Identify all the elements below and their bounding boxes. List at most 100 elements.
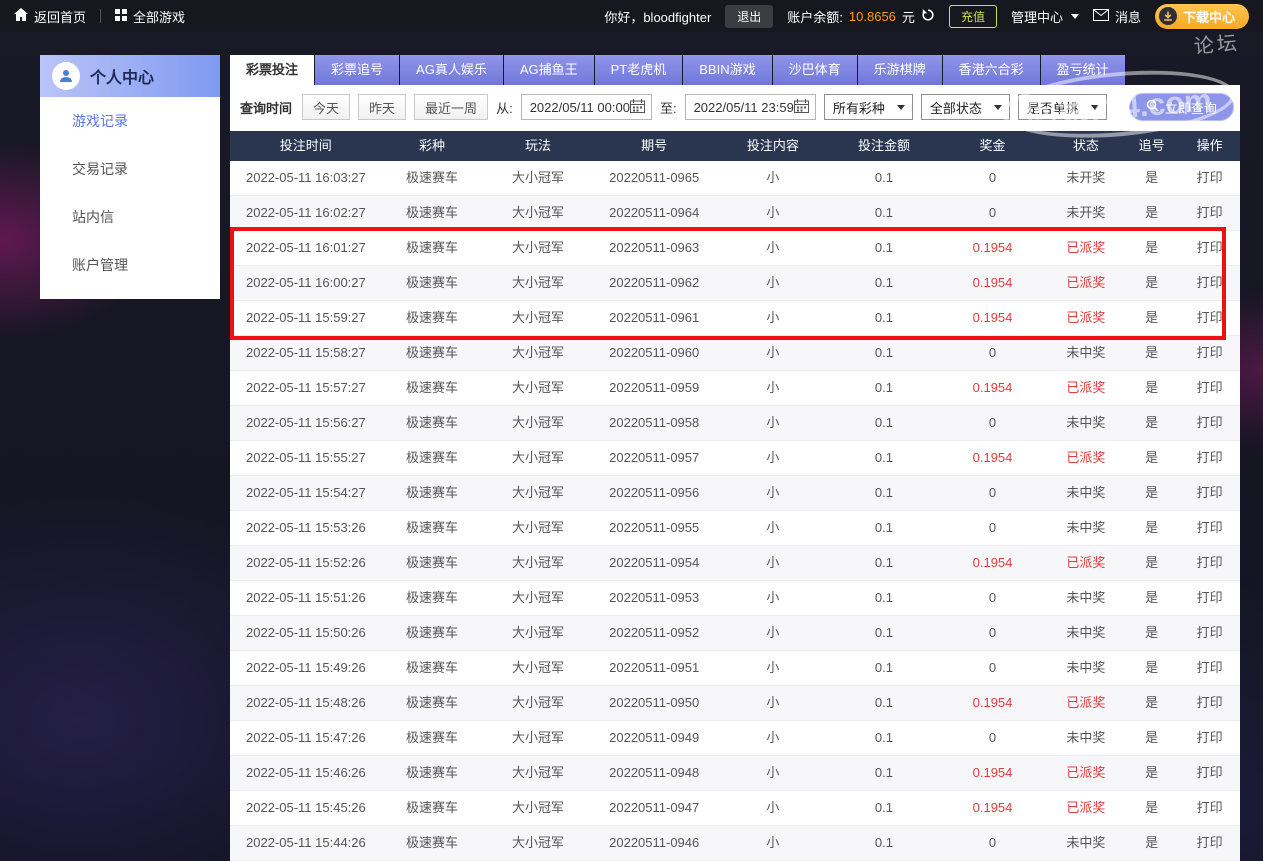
cell-bet-content: 小: [766, 240, 780, 255]
single-bet-select[interactable]: 是否单挑: [1017, 94, 1107, 120]
admin-center-dropdown[interactable]: 管理中心: [1011, 7, 1079, 26]
today-button[interactable]: 今天: [302, 94, 351, 120]
cell-status: 未中奖: [1066, 520, 1106, 535]
cell-chase: 是: [1145, 555, 1159, 570]
tab-bbin-games[interactable]: BBIN游戏: [683, 55, 772, 85]
sidebar-item-account[interactable]: 账户管理: [40, 241, 220, 289]
calendar-icon[interactable]: [629, 98, 645, 116]
print-link[interactable]: 打印: [1179, 791, 1240, 825]
logout-button[interactable]: 退出: [725, 4, 774, 28]
lottery-type-select[interactable]: 所有彩种: [823, 94, 913, 120]
table-row: 2022-05-11 15:49:26 极速赛车 大小冠军 20220511-0…: [230, 651, 1240, 686]
last-week-button[interactable]: 最近一周: [414, 94, 489, 120]
table-row: 2022-05-11 15:58:27 极速赛车 大小冠军 20220511-0…: [230, 336, 1240, 371]
recharge-button[interactable]: 充值: [948, 4, 997, 28]
print-link[interactable]: 打印: [1179, 196, 1240, 230]
print-link[interactable]: 打印: [1179, 406, 1240, 440]
sidebar-item-game-records[interactable]: 游戏记录: [40, 97, 220, 145]
cell-bet-amount: 0.1: [874, 380, 893, 395]
print-link[interactable]: 打印: [1179, 371, 1240, 405]
print-link[interactable]: 打印: [1179, 581, 1240, 615]
cell-prize: 0: [988, 205, 997, 220]
print-link[interactable]: 打印: [1179, 266, 1240, 300]
all-games-link[interactable]: 全部游戏: [115, 7, 185, 26]
cell-play: 大小冠军: [512, 275, 565, 290]
tab-leyou-cards[interactable]: 乐游棋牌: [857, 55, 942, 85]
cell-lottery: 极速赛车: [405, 800, 458, 815]
print-link[interactable]: 打印: [1179, 616, 1240, 650]
tab-ag-fishing[interactable]: AG捕鱼王: [503, 55, 594, 85]
status-select[interactable]: 全部状态: [920, 94, 1010, 120]
cell-issue: 20220511-0964: [609, 205, 700, 220]
yesterday-button[interactable]: 昨天: [358, 94, 407, 120]
tab-lottery-chase[interactable]: 彩票追号: [315, 55, 400, 85]
cell-chase: 是: [1145, 485, 1159, 500]
cell-prize: 0.1954: [972, 765, 1013, 780]
header-play: 玩法: [525, 138, 552, 153]
cell-bet-time: 2022-05-11 15:49:26: [246, 660, 366, 675]
cell-chase: 是: [1145, 625, 1159, 640]
print-link[interactable]: 打印: [1179, 756, 1240, 790]
cell-lottery: 极速赛车: [405, 485, 458, 500]
tab-hk-lottery[interactable]: 香港六合彩: [942, 55, 1040, 85]
tab-lottery-bet[interactable]: 彩票投注: [230, 55, 315, 85]
cell-bet-amount: 0.1: [874, 205, 893, 220]
cell-bet-time: 2022-05-11 15:55:27: [246, 450, 366, 465]
print-link[interactable]: 打印: [1179, 301, 1240, 335]
print-link[interactable]: 打印: [1179, 161, 1240, 195]
print-link[interactable]: 打印: [1179, 826, 1240, 860]
print-link[interactable]: 打印: [1179, 546, 1240, 580]
table-body: 2022-05-11 16:03:27 极速赛车 大小冠军 20220511-0…: [230, 161, 1240, 861]
cell-status: 未中奖: [1066, 730, 1106, 745]
cell-issue: 20220511-0962: [609, 275, 700, 290]
messages-link[interactable]: 消息: [1092, 7, 1141, 26]
cell-status: 已派奖: [1066, 765, 1106, 780]
sidebar-item-transactions[interactable]: 交易记录: [40, 145, 220, 193]
download-center-button[interactable]: 下载中心: [1154, 3, 1249, 29]
cell-status: 已派奖: [1066, 380, 1106, 395]
cell-bet-content: 小: [766, 310, 780, 325]
cell-bet-content: 小: [766, 205, 780, 220]
cell-chase: 是: [1145, 695, 1159, 710]
tab-saba-sports[interactable]: 沙巴体育: [772, 55, 857, 85]
cell-issue: 20220511-0948: [609, 765, 700, 780]
sidebar-item-site-messages[interactable]: 站内信: [40, 193, 220, 241]
date-from-input[interactable]: 2022/05/11 00:00: [520, 94, 652, 120]
tab-ag-live[interactable]: AG真人娱乐: [400, 55, 503, 85]
balance-label: 账户余额:: [787, 9, 843, 25]
print-link[interactable]: 打印: [1179, 476, 1240, 510]
cell-issue: 20220511-0953: [609, 590, 700, 605]
home-link[interactable]: 返回首页: [14, 7, 86, 26]
cell-chase: 是: [1145, 590, 1159, 605]
date-to-value: 2022/05/11 23:59: [693, 99, 794, 115]
cell-bet-time: 2022-05-11 16:03:27: [246, 170, 366, 185]
to-label: 至:: [659, 100, 677, 116]
cell-bet-time: 2022-05-11 15:54:27: [246, 485, 366, 500]
tab-pt-slots[interactable]: PT老虎机: [594, 55, 683, 85]
print-link[interactable]: 打印: [1179, 686, 1240, 720]
cell-bet-content: 小: [766, 835, 780, 850]
grid-icon: [115, 8, 128, 24]
table-header: 投注时间 彩种 玩法 期号 投注内容 投注金额 奖金 状态 追号 操作: [230, 131, 1240, 161]
header-issue: 期号: [641, 138, 668, 153]
print-link[interactable]: 打印: [1179, 231, 1240, 265]
cell-prize: 0: [988, 625, 997, 640]
calendar-icon[interactable]: [793, 98, 809, 116]
date-to-input[interactable]: 2022/05/11 23:59: [684, 94, 816, 120]
print-link[interactable]: 打印: [1179, 336, 1240, 370]
cell-bet-content: 小: [766, 170, 780, 185]
print-link[interactable]: 打印: [1179, 441, 1240, 475]
cell-chase: 是: [1145, 170, 1159, 185]
print-link[interactable]: 打印: [1179, 721, 1240, 755]
refresh-icon[interactable]: [921, 8, 935, 25]
query-button[interactable]: 立即查询: [1128, 93, 1234, 121]
table-row: 2022-05-11 15:54:27 极速赛车 大小冠军 20220511-0…: [230, 476, 1240, 511]
print-link[interactable]: 打印: [1179, 511, 1240, 545]
cell-issue: 20220511-0965: [609, 170, 700, 185]
print-link[interactable]: 打印: [1179, 651, 1240, 685]
cell-play: 大小冠军: [512, 625, 565, 640]
cell-status: 未开奖: [1066, 205, 1106, 220]
tab-profit-stats[interactable]: 盈亏统计: [1040, 55, 1125, 85]
page-layout: 个人中心 游戏记录 交易记录 站内信 账户管理 彩票投注 彩票追号 AG真人娱乐…: [0, 55, 1263, 861]
cell-chase: 是: [1145, 660, 1159, 675]
